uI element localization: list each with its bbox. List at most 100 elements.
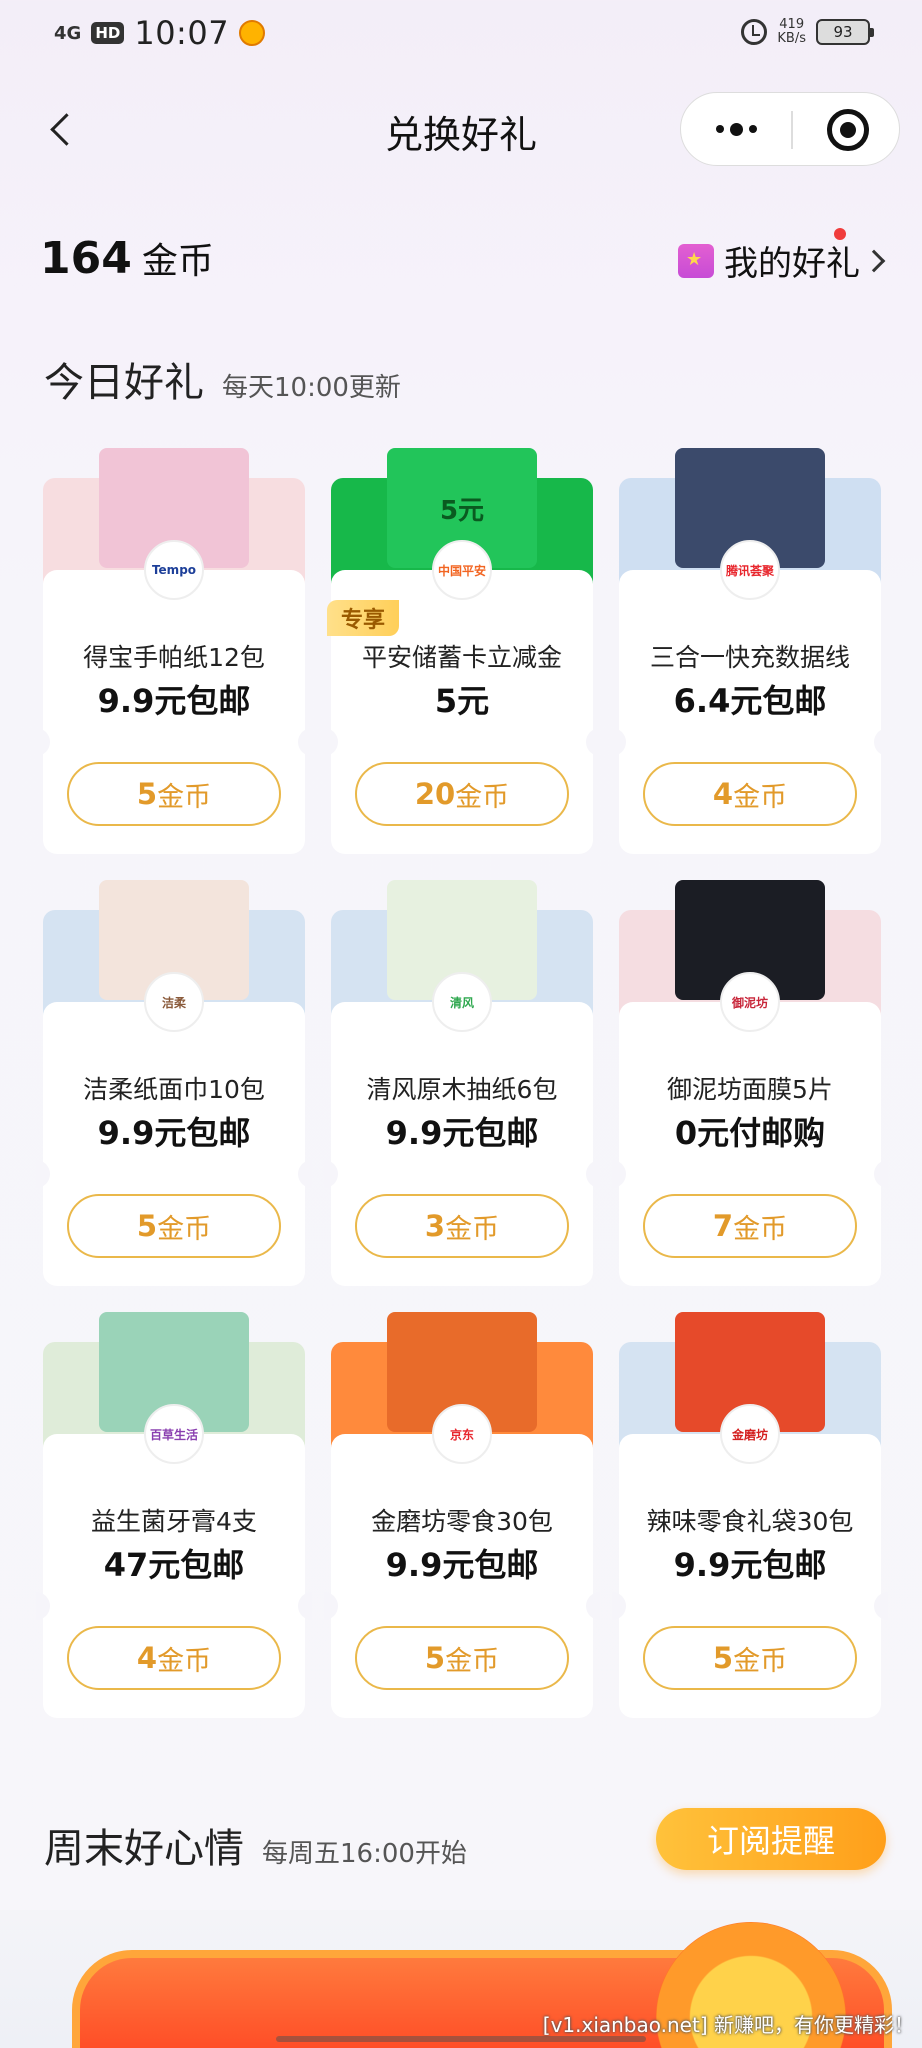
redeem-button[interactable]: 5 金币 [643,1626,857,1690]
gift-card[interactable]: 洁柔洁柔纸面巾10包 9.9元包邮 5 金币 [36,880,312,1286]
gift-name: 三合一快充数据线 [649,643,850,672]
section-title: 今日好礼 [44,360,204,406]
gift-price: 9.9元包邮 [97,682,251,720]
gift-name: 清风原木抽纸6包 [366,1075,558,1104]
more-button[interactable] [681,93,791,165]
section-subtitle: 每周五16:00开始 [262,1839,467,1869]
gift-price: 0元付邮购 [674,1114,826,1152]
my-gifts-text: 我的好礼 [724,244,860,284]
today-section-header: 今日好礼 每天10:00更新 [44,350,401,408]
gift-price: 5元 [434,682,490,720]
coin-cost-unit: 金币 [733,781,788,813]
brand-logo: 御泥坊 [720,972,780,1032]
gift-price: 9.9元包邮 [97,1114,251,1152]
close-miniapp-button[interactable] [827,109,869,151]
network-indicator: 4G [54,22,82,44]
coin-cost: 3 [424,1209,446,1243]
coin-cost: 20 [414,777,456,811]
brand-logo: 中国平安 [432,540,492,600]
gift-name: 御泥坊面膜5片 [667,1075,833,1104]
gift-name: 辣味零食礼袋30包 [646,1507,854,1536]
gift-price: 6.4元包邮 [673,682,827,720]
coin-cost: 5 [136,1209,158,1243]
home-indicator [276,2036,646,2042]
coin-cost-unit: 金币 [157,781,212,813]
redeem-button[interactable]: 5 金币 [67,1194,281,1258]
hd-badge: HD [91,22,125,44]
brand-logo: 京东 [432,1404,492,1464]
dot-icon [715,125,724,133]
subscribe-reminder-button[interactable]: 订阅提醒 [656,1808,886,1870]
redeem-button[interactable]: 4 金币 [67,1626,281,1690]
coin-cost: 5 [712,1641,734,1675]
miniapp-capsule [680,92,900,166]
battery-icon: 93 [816,19,874,45]
gift-card[interactable]: 腾讯荟聚三合一快充数据线 6.4元包邮 4 金币 [612,448,888,854]
weekend-section-header: 周末好心情 每周五16:00开始 [44,1816,467,1874]
clock: 10:07 [134,14,230,52]
dot-icon [729,122,743,136]
section-subtitle: 每天10:00更新 [222,373,401,403]
my-gifts-link[interactable]: 我的好礼 [678,228,886,285]
brand-logo: 腾讯荟聚 [720,540,780,600]
gift-card[interactable]: Tempo 得宝手帕纸12包 9.9元包邮 5 金币 [36,448,312,854]
brand-logo: Tempo [144,540,204,600]
nav-bar: 兑换好礼 [0,84,922,174]
coin-cost-unit: 金币 [455,781,510,813]
coin-cost-unit: 金币 [733,1213,788,1245]
gift-card[interactable]: 百草生活益生菌牙膏4支 47元包邮 4 金币 [36,1312,312,1718]
coin-cost: 5 [136,777,158,811]
coin-count: 164 [40,233,132,284]
gift-card[interactable]: 清风清风原木抽纸6包 9.9元包邮 3 金币 [324,880,600,1286]
speed-unit: KB/s [777,31,806,46]
gift-name: 金磨坊零食30包 [371,1507,553,1536]
coin-cost-unit: 金币 [733,1645,788,1677]
redeem-button[interactable]: 3 金币 [355,1194,569,1258]
network-speed: 419 KB/s [777,18,806,46]
gift-price: 47元包邮 [103,1546,245,1584]
gift-name: 得宝手帕纸12包 [83,643,265,672]
gift-name: 益生菌牙膏4支 [91,1507,257,1536]
capsule-divider [791,111,793,149]
alarm-icon [741,19,768,45]
gift-name: 平安储蓄卡立减金 [361,643,562,672]
brand-logo: 清风 [432,972,492,1032]
gift-card[interactable]: 京东金磨坊零食30包 9.9元包邮 5 金币 [324,1312,600,1718]
gift-price: 9.9元包邮 [673,1546,827,1584]
my-gifts-label: 我的好礼 [724,228,860,285]
redeem-button[interactable]: 5 金币 [67,762,281,826]
speed-value: 419 [779,17,805,32]
coin-cost: 5 [424,1641,446,1675]
dot-icon [748,125,757,133]
section-title: 周末好心情 [44,1826,244,1872]
coin-balance: 164 金币 [40,232,214,284]
redeem-button[interactable]: 20 金币 [355,762,569,826]
status-bar: 4G HD 10:07 419 KB/s 93 [0,0,922,70]
gift-card[interactable]: 5元 中国平安 专享 平安储蓄卡立减金 5元 20 金币 [324,448,600,854]
unread-dot [834,228,846,240]
gift-card[interactable]: 金磨坊辣味零食礼袋30包 9.9元包邮 5 金币 [612,1312,888,1718]
brand-logo: 金磨坊 [720,1404,780,1464]
gift-card[interactable]: 御泥坊御泥坊面膜5片 0元付邮购 7 金币 [612,880,888,1286]
coin-cost-unit: 金币 [445,1213,500,1245]
coin-cost: 4 [712,777,734,811]
brand-logo: 百草生活 [144,1404,204,1464]
redeem-button[interactable]: 5 金币 [355,1626,569,1690]
gift-price: 9.9元包邮 [385,1546,539,1584]
redeem-button[interactable]: 7 金币 [643,1194,857,1258]
calendar-gift-icon [678,243,714,278]
coin-cost-unit: 金币 [157,1213,212,1245]
gift-price: 9.9元包邮 [385,1114,539,1152]
coin-cost: 4 [136,1641,158,1675]
coin-cost-unit: 金币 [157,1645,212,1677]
coin-unit: 金币 [141,241,214,282]
brand-logo: 洁柔 [144,972,204,1032]
chevron-right-icon [862,249,886,272]
exclusive-tag: 专享 [327,600,400,636]
redeem-button[interactable]: 4 金币 [643,762,857,826]
gift-name: 洁柔纸面巾10包 [83,1075,265,1104]
watermark: [v1.xianbao.net] 新赚吧，有你更精彩！ [542,2013,914,2037]
coin-cost-unit: 金币 [445,1645,500,1677]
coin-cost: 7 [712,1209,734,1243]
notification-icon [239,20,266,46]
